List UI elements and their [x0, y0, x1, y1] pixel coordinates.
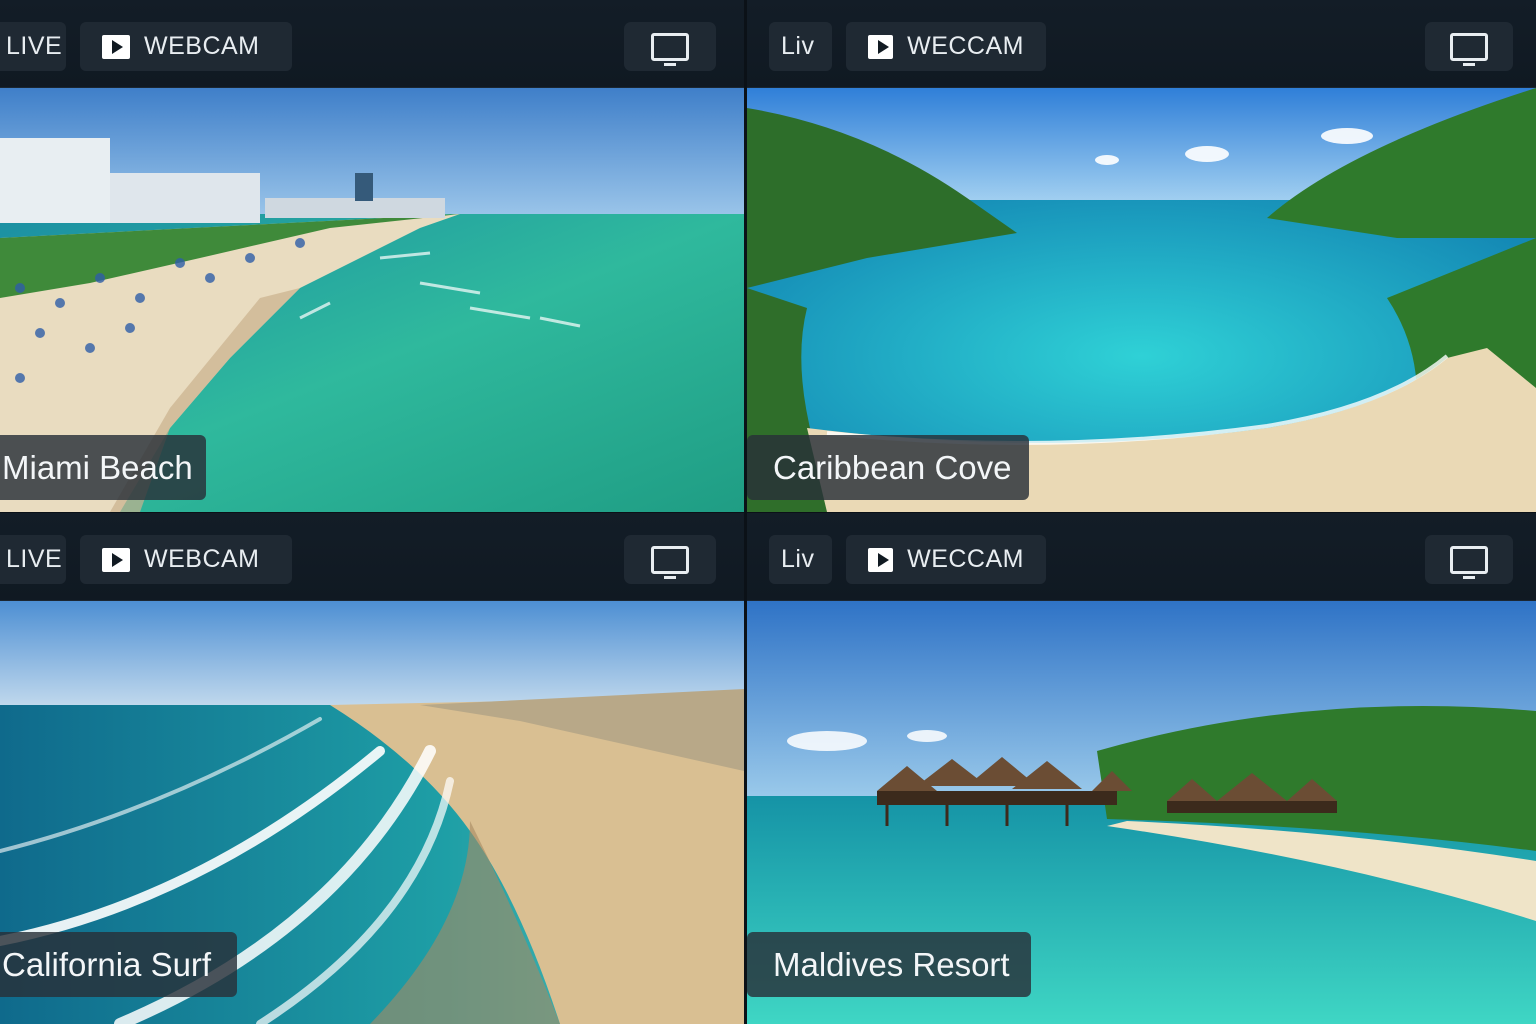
location-name: Miami Beach — [2, 448, 193, 486]
monitor-icon — [1450, 545, 1488, 579]
live-label: Liv — [781, 32, 815, 60]
webcam-label: WECCAM — [907, 545, 1024, 573]
monitor-icon — [651, 32, 689, 66]
monitor-icon — [1450, 32, 1488, 66]
location-label: Maldives Resort — [747, 932, 1031, 997]
live-label: LIVE — [6, 545, 63, 573]
webcam-label: WECCAM — [907, 32, 1024, 60]
webcam-grid: LIVE WEBCAM Miami Beach Liv WECCAM Carib… — [0, 0, 1536, 1024]
live-badge[interactable]: LIVE — [0, 535, 66, 584]
fullscreen-button[interactable] — [1425, 535, 1513, 584]
location-name: California Surf — [2, 945, 212, 983]
fullscreen-button[interactable] — [1425, 22, 1513, 71]
location-name: Maldives Resort — [773, 945, 1010, 983]
play-icon — [868, 547, 894, 572]
webcam-tile-maldives[interactable]: Liv WECCAM Maldives Resort — [747, 513, 1536, 1024]
live-label: Liv — [781, 545, 815, 573]
webcam-tile-california[interactable]: LIVE WEBCAM California Surf — [0, 513, 744, 1024]
tile-toolbar: Liv WECCAM — [747, 0, 1536, 88]
webcam-button[interactable]: WECCAM — [846, 535, 1046, 584]
webcam-button[interactable]: WEBCAM — [80, 535, 292, 584]
monitor-icon — [651, 545, 689, 579]
tile-toolbar: LIVE WEBCAM — [0, 513, 744, 601]
location-label: Caribbean Cove — [747, 435, 1029, 500]
webcam-button[interactable]: WECCAM — [846, 22, 1046, 71]
fullscreen-button[interactable] — [624, 535, 716, 584]
webcam-tile-caribbean[interactable]: Liv WECCAM Caribbean Cove — [747, 0, 1536, 512]
webcam-label: WEBCAM — [144, 32, 260, 60]
live-badge[interactable]: LIVE — [0, 22, 66, 71]
live-badge[interactable]: Liv — [769, 22, 832, 71]
play-icon — [102, 34, 130, 59]
location-name: Caribbean Cove — [773, 448, 1012, 486]
webcam-button[interactable]: WEBCAM — [80, 22, 292, 71]
fullscreen-button[interactable] — [624, 22, 716, 71]
play-icon — [102, 547, 130, 572]
webcam-label: WEBCAM — [144, 545, 260, 573]
live-badge[interactable]: Liv — [769, 535, 832, 584]
tile-toolbar: Liv WECCAM — [747, 513, 1536, 601]
play-icon — [868, 34, 894, 59]
tile-toolbar: LIVE WEBCAM — [0, 0, 744, 88]
webcam-tile-miami[interactable]: LIVE WEBCAM Miami Beach — [0, 0, 744, 512]
location-label: Miami Beach — [0, 435, 206, 500]
location-label: California Surf — [0, 932, 237, 997]
live-label: LIVE — [6, 32, 63, 60]
